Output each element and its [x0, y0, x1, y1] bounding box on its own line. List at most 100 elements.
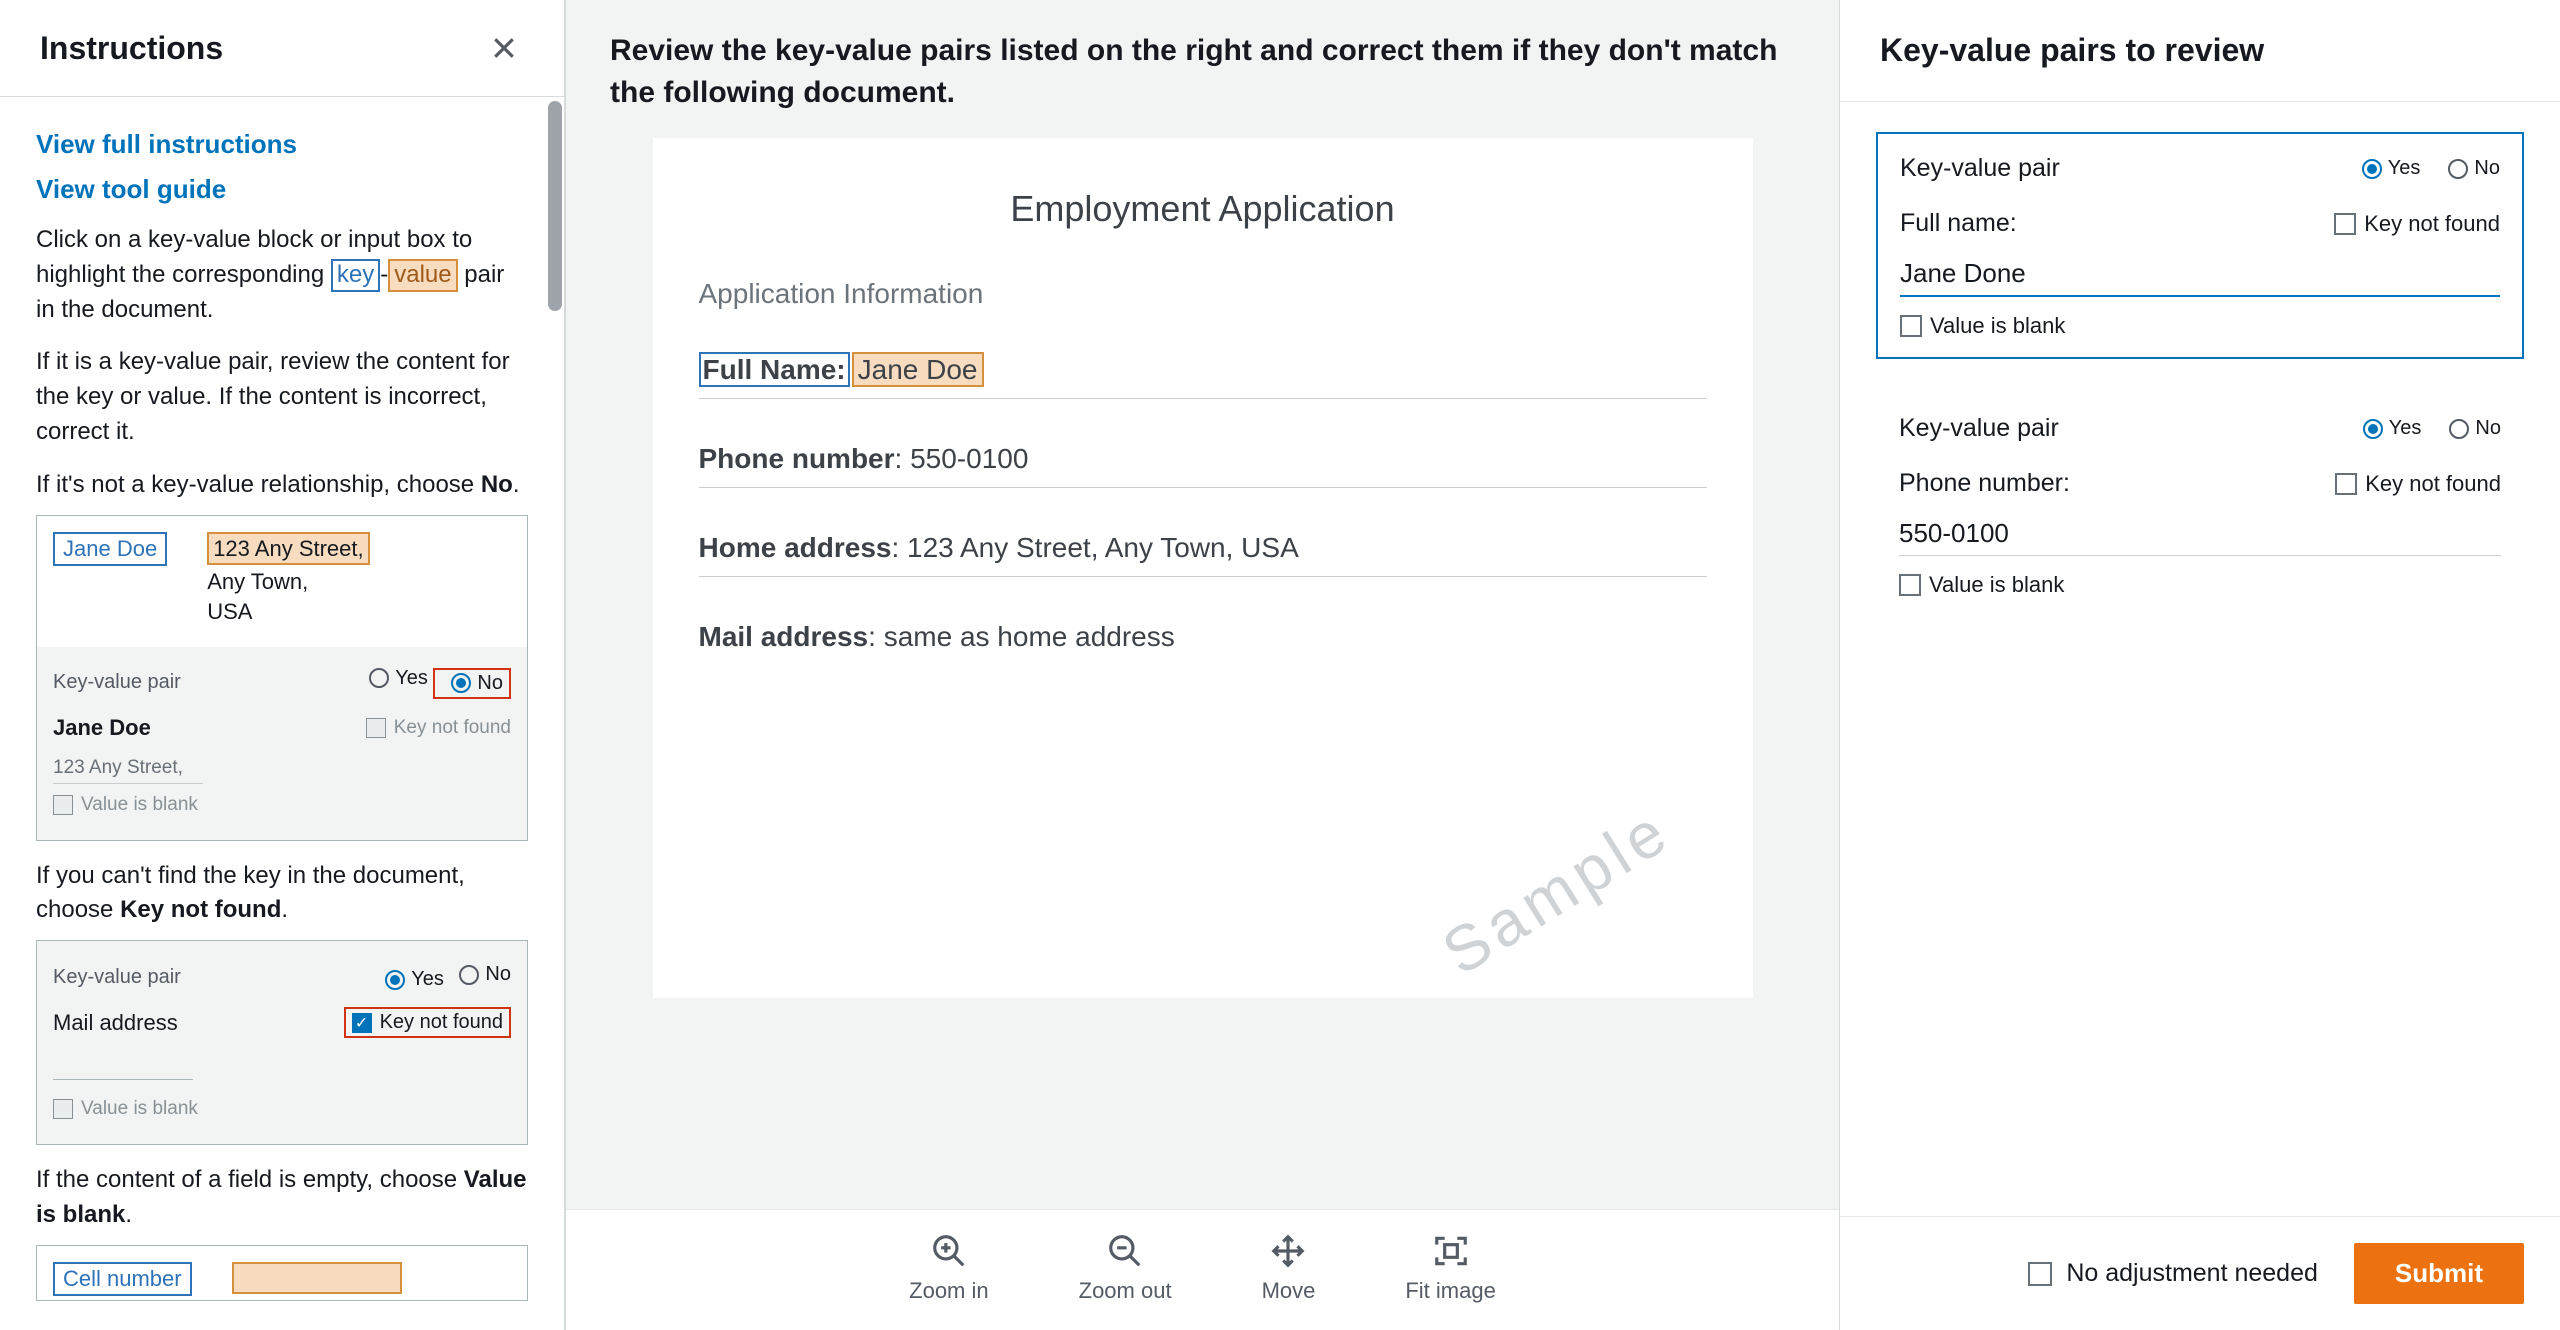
field-value: 550-0100	[910, 443, 1028, 474]
app-root: Instructions View full instructions View…	[0, 0, 2560, 1330]
radio-no[interactable]: No	[2449, 417, 2501, 440]
radio-label: No	[477, 672, 503, 695]
field-home-address[interactable]: Home address: 123 Any Street, Any Town, …	[699, 522, 1707, 577]
knf-disabled: Key not found	[366, 717, 511, 739]
fit-image-button[interactable]: Fit image	[1405, 1232, 1495, 1304]
kv-card[interactable]: Key-value pair Yes No Full name: Key not…	[1876, 132, 2524, 359]
radio-label: No	[2475, 417, 2501, 440]
example-key-display: Jane Doe	[53, 715, 151, 741]
kv-key-label: Phone number:	[1899, 469, 2070, 498]
close-icon[interactable]	[484, 28, 524, 68]
task-prompt: Review the key-value pairs listed on the…	[566, 0, 1839, 138]
review-footer: No adjustment needed Submit	[1840, 1216, 2560, 1330]
move-button[interactable]: Move	[1262, 1232, 1316, 1304]
field-mail-address[interactable]: Mail address: same as home address	[699, 611, 1707, 665]
instructions-header: Instructions	[0, 0, 564, 97]
radio-no[interactable]: No	[2448, 157, 2500, 180]
field-full-name[interactable]: Full Name:Jane Doe	[699, 344, 1707, 399]
radio-yes[interactable]: Yes	[2363, 417, 2422, 440]
text: Key not found	[380, 1011, 503, 1034]
doc-section-label: Application Information	[699, 278, 1707, 310]
vb-disabled: Value is blank	[53, 794, 198, 816]
tool-label: Zoom in	[909, 1278, 988, 1304]
checkbox-checked-icon	[352, 1013, 372, 1033]
highlight-value: Jane Doe	[852, 352, 984, 387]
text: Any Town,	[207, 569, 308, 594]
kv-card[interactable]: Key-value pair Yes No Phone number: Key …	[1876, 393, 2524, 617]
text: If the content of a field is empty, choo…	[36, 1166, 464, 1193]
tool-label: Fit image	[1405, 1278, 1495, 1304]
document-column: Review the key-value pairs listed on the…	[566, 0, 1840, 1330]
radio-label: No	[485, 963, 511, 986]
highlight-knf: Key not found	[344, 1007, 511, 1038]
doc-title: Employment Application	[699, 188, 1707, 230]
text: Key not found	[2364, 211, 2500, 237]
knf-checked[interactable]: Key not found	[352, 1011, 503, 1034]
review-title: Key-value pairs to review	[1880, 32, 2520, 69]
radio-label: No	[2474, 157, 2500, 180]
review-header: Key-value pairs to review	[1840, 0, 2560, 102]
radio-yes[interactable]: Yes	[369, 667, 428, 690]
radio-no[interactable]: No	[459, 963, 511, 986]
task-prompt-text: Review the key-value pairs listed on the…	[610, 30, 1795, 114]
text-bold: No	[481, 471, 513, 498]
kvp-label: Key-value pair	[53, 966, 181, 989]
key-not-found-checkbox[interactable]: Key not found	[2335, 471, 2501, 497]
instructions-panel: Instructions View full instructions View…	[0, 0, 566, 1330]
empty-value-field	[53, 1054, 193, 1080]
zoom-out-icon	[1106, 1232, 1144, 1270]
field-value: same as home address	[884, 621, 1175, 652]
instructions-body[interactable]: View full instructions View tool guide C…	[0, 97, 564, 1330]
scrollbar-thumb[interactable]	[548, 101, 562, 311]
kvp-label: Key-value pair	[53, 671, 181, 694]
review-body[interactable]: Key-value pair Yes No Full name: Key not…	[1840, 102, 2560, 1216]
kv-value-input[interactable]	[1900, 252, 2500, 297]
example-key-chip: Cell number	[53, 1262, 192, 1296]
value-chip-inline: value	[388, 259, 457, 292]
text: Value is blank	[81, 794, 198, 815]
radio-yes[interactable]: Yes	[2362, 157, 2421, 180]
review-panel: Key-value pairs to review Key-value pair…	[1840, 0, 2560, 1330]
text-bold: Key not found	[120, 896, 281, 923]
field-value: 123 Any Street, Any Town, USA	[907, 532, 1299, 563]
radio-label: Yes	[2388, 157, 2421, 180]
key-not-found-checkbox[interactable]: Key not found	[2334, 211, 2500, 237]
submit-button[interactable]: Submit	[2354, 1243, 2524, 1304]
zoom-in-button[interactable]: Zoom in	[909, 1232, 988, 1304]
kv-value-input[interactable]	[1899, 512, 2501, 556]
radio-no[interactable]: No	[451, 672, 503, 695]
no-adjustment-checkbox[interactable]: No adjustment needed	[2028, 1259, 2318, 1288]
example-card-blank: Cell number	[36, 1245, 528, 1301]
example-blank-value-chip	[232, 1262, 402, 1294]
example-key-chip: Jane Doe	[53, 532, 167, 566]
text: If it's not a key-value relationship, ch…	[36, 471, 481, 498]
field-key: Home address	[699, 532, 892, 563]
text: 123 Any Street,	[207, 532, 369, 566]
move-icon	[1269, 1232, 1307, 1270]
document-viewport[interactable]: Employment Application Application Infor…	[566, 138, 1839, 1209]
value-is-blank-checkbox[interactable]: Value is blank	[1900, 313, 2500, 339]
zoom-out-button[interactable]: Zoom out	[1079, 1232, 1172, 1304]
vb-disabled: Value is blank	[53, 1098, 198, 1120]
view-tool-guide-link[interactable]: View tool guide	[36, 174, 528, 205]
instruction-para-3: If it's not a key-value relationship, ch…	[36, 468, 528, 503]
example-card-not-kv: Jane Doe 123 Any Street, Any Town, USA K…	[36, 515, 528, 841]
field-key: Mail address	[699, 621, 869, 652]
field-phone[interactable]: Phone number: 550-0100	[699, 433, 1707, 488]
instruction-para-5: If the content of a field is empty, choo…	[36, 1163, 528, 1233]
radio-yes[interactable]: Yes	[385, 968, 444, 991]
viewer-toolbar: Zoom in Zoom out Move Fit image	[566, 1209, 1839, 1330]
document-page: Employment Application Application Infor…	[653, 138, 1753, 998]
text: No adjustment needed	[2066, 1259, 2318, 1288]
highlight-no: No	[433, 668, 511, 699]
value-is-blank-checkbox[interactable]: Value is blank	[1899, 572, 2501, 598]
field-key: Phone number	[699, 443, 895, 474]
view-full-instructions-link[interactable]: View full instructions	[36, 129, 528, 160]
fit-icon	[1432, 1232, 1470, 1270]
highlight-key: Full Name:	[699, 352, 850, 387]
text: USA	[207, 599, 252, 624]
example-val-chip: 123 Any Street, Any Town, USA	[207, 532, 369, 627]
radio-label: Yes	[411, 968, 444, 991]
radio-label: Yes	[2389, 417, 2422, 440]
example-card-knf: Key-value pair Yes No Mail address Key n…	[36, 940, 528, 1145]
